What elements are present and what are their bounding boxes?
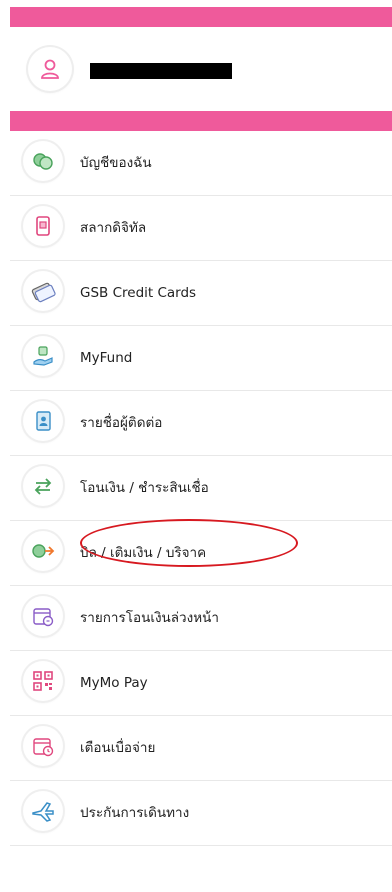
highlight-annotation (80, 519, 298, 567)
menu-item-digital-lottery[interactable]: สลากดิจิทัล (10, 196, 392, 261)
qr-code-icon (23, 661, 63, 701)
menu-item-mymo-pay[interactable]: MyMo Pay (10, 651, 392, 716)
menu-item-label: บัญชีของฉัน (80, 155, 152, 171)
travel-insurance-icon (23, 791, 63, 831)
credit-card-icon (23, 271, 63, 311)
menu-item-payment-reminder[interactable]: เตือนเบื่อจ่าย (10, 716, 392, 781)
transfer-icon (23, 466, 63, 506)
menu-item-label: รายการโอนเงินล่วงหน้า (80, 610, 219, 626)
menu-item-bill-topup-donate[interactable]: บิล / เติมเงิน / บริจาค (10, 519, 392, 586)
user-icon (28, 47, 72, 91)
menu-item-label: MyMo Pay (80, 675, 148, 691)
menu-item-transfer[interactable]: โอนเงิน / ชำระสินเชื่อ (10, 456, 392, 521)
menu-item-label: รายชื่อผู้ติดต่อ (80, 415, 163, 431)
menu-item-myfund[interactable]: MyFund (10, 326, 392, 391)
menu-item-label: สลากดิจิทัล (80, 220, 147, 236)
profile-header[interactable] (10, 27, 392, 112)
menu-item-scheduled-transfer[interactable]: รายการโอนเงินล่วงหน้า (10, 586, 392, 651)
left-gutter (0, 0, 10, 892)
side-menu: บัญชีของฉัน สลากดิจิทัล GSB Credit Cards (10, 131, 392, 846)
top-accent-bar (10, 7, 392, 27)
account-icon (23, 141, 63, 181)
menu-item-label: MyFund (80, 350, 133, 366)
contacts-icon (23, 401, 63, 441)
payment-reminder-icon (23, 726, 63, 766)
menu-item-label: โอนเงิน / ชำระสินเชื่อ (80, 480, 209, 496)
menu-item-label: เตือนเบื่อจ่าย (80, 740, 156, 756)
menu-item-contacts[interactable]: รายชื่อผู้ติดต่อ (10, 391, 392, 456)
menu-item-my-accounts[interactable]: บัญชีของฉัน (10, 131, 392, 196)
bill-payment-icon (23, 531, 63, 571)
menu-item-label: ประกันการเดินทาง (80, 805, 190, 821)
redacted-username (90, 63, 232, 79)
menu-item-travel-insurance[interactable]: ประกันการเดินทาง (10, 781, 392, 846)
menu-item-label: GSB Credit Cards (80, 285, 197, 301)
fund-icon (23, 336, 63, 376)
menu-item-gsb-credit-cards[interactable]: GSB Credit Cards (10, 261, 392, 326)
section-accent-bar (10, 111, 392, 131)
lottery-icon (23, 206, 63, 246)
scheduled-transfer-icon (23, 596, 63, 636)
